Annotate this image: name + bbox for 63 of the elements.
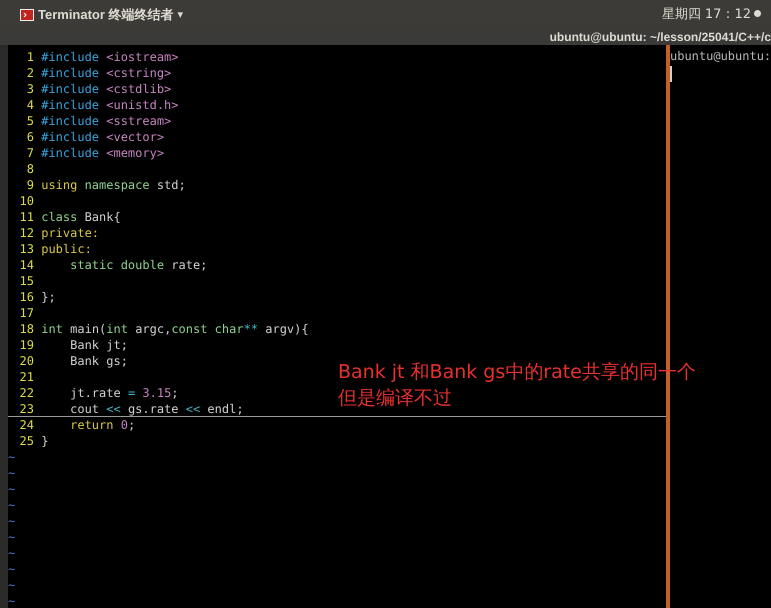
line-number: 11	[18, 209, 34, 225]
line-number: 10	[18, 193, 34, 209]
app-title[interactable]: Terminator 终端终结者	[38, 5, 174, 25]
line-number: 4	[26, 97, 34, 113]
line-number: 1	[26, 49, 34, 65]
line-number: 23	[18, 401, 34, 416]
line-number: 16	[18, 289, 34, 305]
line-number: 19	[18, 337, 34, 353]
line-number: 17	[18, 305, 34, 321]
line-number: 3	[26, 81, 34, 97]
line-number: 20	[18, 353, 34, 369]
code-line: public:	[40, 241, 92, 257]
line-number: 22	[18, 385, 34, 401]
annotation-text: 但是编译不过	[338, 386, 453, 411]
code-line: #include <unistd.h>	[40, 97, 179, 113]
code-line: return 0;	[69, 417, 136, 433]
line-number: 9	[26, 177, 34, 193]
code-line: };	[40, 289, 56, 305]
code-line: class Bank{	[40, 209, 121, 225]
line-number: 12	[18, 225, 34, 241]
empty-line-marker: ~	[8, 561, 16, 577]
line-number: 21	[18, 369, 34, 385]
empty-line-marker: ~	[8, 593, 16, 608]
window-title: ubuntu@ubuntu: ~/lesson/25041/C++/c	[550, 30, 771, 45]
code-line: #include <iostream>	[40, 49, 179, 65]
caret-icon[interactable]: ▾	[178, 6, 184, 24]
line-number: 5	[26, 113, 34, 129]
code-line: #include <sstream>	[40, 113, 172, 129]
code-line: using namespace std;	[40, 177, 186, 193]
clock[interactable]: 星期四 17：12	[662, 5, 751, 25]
code-line: static double rate;	[69, 257, 208, 273]
code-line: #include <vector>	[40, 129, 164, 145]
code-line: private:	[40, 225, 100, 241]
empty-line-marker: ~	[8, 545, 16, 561]
line-number: 18	[18, 321, 34, 337]
line-number: 14	[18, 257, 34, 273]
empty-line-marker: ~	[8, 577, 16, 593]
cursor	[670, 66, 672, 82]
terminal-icon[interactable]	[20, 9, 34, 21]
code-line: }	[40, 433, 48, 449]
line-number: 2	[26, 65, 34, 81]
line-number: 8	[26, 161, 34, 177]
line-number: 7	[26, 145, 34, 161]
code-line: cout << gs.rate << endl;	[69, 401, 244, 416]
line-number: 24	[18, 417, 34, 433]
empty-line-marker: ~	[8, 529, 16, 545]
code-line: jt.rate = 3.15;	[69, 385, 179, 401]
code-line: int main(int argc,const char** argv){	[40, 321, 309, 337]
empty-line-marker: ~	[8, 465, 16, 481]
code-line: #include <memory>	[40, 145, 164, 161]
empty-line-marker: ~	[8, 513, 16, 529]
line-number: 13	[18, 241, 34, 257]
line-number: 6	[26, 129, 34, 145]
code-line: #include <cstring>	[40, 65, 172, 81]
code-line: #include <cstdlib>	[40, 81, 172, 97]
empty-line-marker: ~	[8, 497, 16, 513]
code-line: Bank gs;	[69, 353, 128, 369]
line-number: 25	[18, 433, 34, 449]
empty-line-marker: ~	[8, 449, 16, 465]
shell-prompt: ubuntu@ubuntu:	[670, 49, 771, 63]
line-number: 15	[18, 273, 34, 289]
empty-line-marker: ~	[8, 481, 16, 497]
code-line: Bank jt;	[69, 337, 128, 353]
